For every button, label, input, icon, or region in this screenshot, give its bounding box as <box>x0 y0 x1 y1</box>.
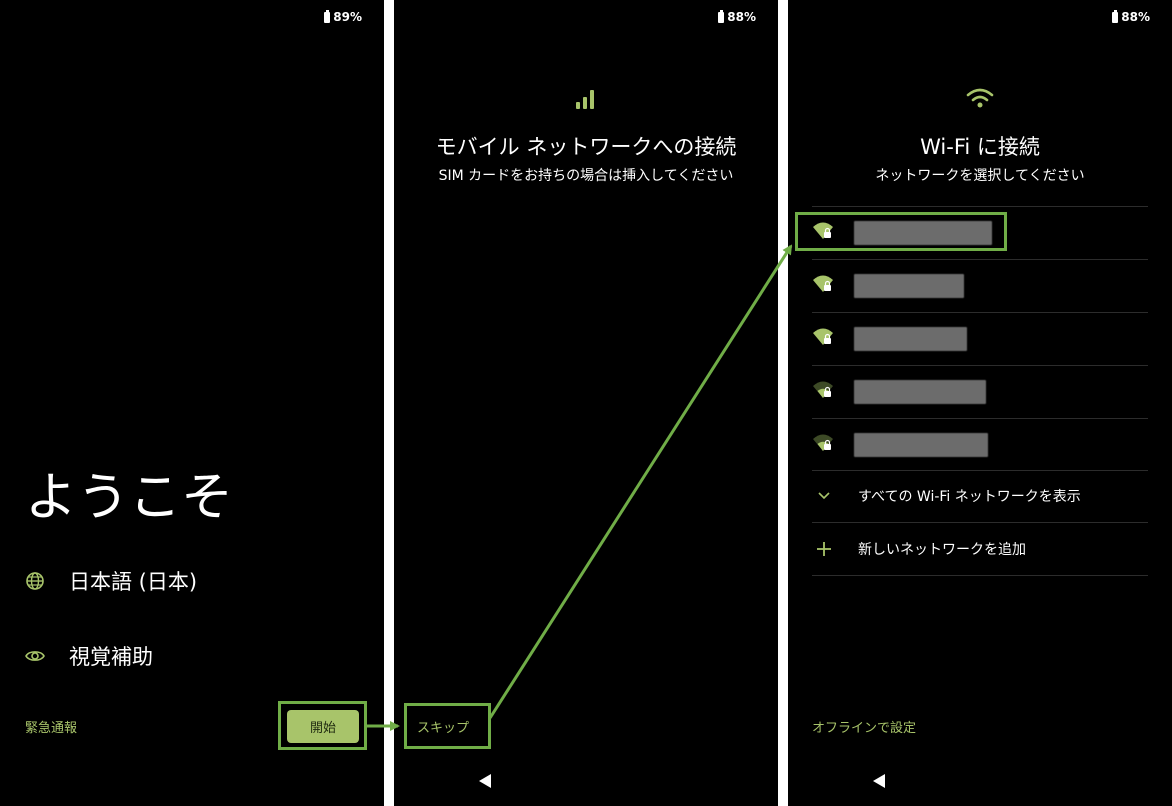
add-network-label: 新しいネットワークを追加 <box>858 542 1026 558</box>
page-subtitle: SIM カードをお持ちの場合は挿入してください <box>438 168 734 184</box>
globe-icon <box>26 572 44 590</box>
wifi-network-row[interactable] <box>812 260 1148 312</box>
wifi-icon <box>966 88 994 108</box>
accessibility-option[interactable]: 視覚補助 <box>25 641 153 671</box>
show-all-networks-label: すべての Wi-Fi ネットワークを表示 <box>858 489 1081 505</box>
wifi-network-row[interactable] <box>812 419 1148 471</box>
back-icon[interactable] <box>872 773 886 789</box>
welcome-title: ようこそ <box>25 468 234 528</box>
network-name <box>854 433 988 457</box>
wifi-network-row[interactable] <box>812 313 1148 365</box>
eye-icon <box>25 651 45 661</box>
battery-icon <box>324 9 331 23</box>
page-title: モバイル ネットワークへの接続 <box>435 135 737 159</box>
mobile-network-screen: 88% モバイル ネットワークへの接続 SIM カードをお持ちの場合は挿入してく… <box>394 0 778 806</box>
battery-icon <box>1112 9 1119 23</box>
emergency-call-link[interactable]: 緊急通報 <box>25 717 77 736</box>
wifi-weak-lock-icon <box>813 381 833 398</box>
battery-icon <box>718 9 725 23</box>
status-bar: 88% <box>1112 9 1150 24</box>
offline-setup-link[interactable]: オフラインで設定 <box>812 717 916 736</box>
wifi-network-row[interactable] <box>812 207 1148 259</box>
status-bar: 88% <box>718 9 756 24</box>
status-bar: 89% <box>324 9 362 24</box>
signal-icon <box>576 90 594 109</box>
divider <box>812 575 1148 576</box>
network-name <box>854 274 964 298</box>
add-network-button[interactable]: 新しいネットワークを追加 <box>812 523 1148 575</box>
page-subtitle: ネットワークを選択してください <box>875 168 1085 184</box>
network-name <box>854 327 967 351</box>
wifi-network-row[interactable] <box>812 366 1148 418</box>
wifi-lock-icon <box>813 328 833 345</box>
wifi-lock-icon <box>813 275 833 292</box>
welcome-screen: 89% ようこそ 日本語 (日本) 視覚補助 緊急通報 開始 <box>0 0 384 806</box>
language-label: 日本語 (日本) <box>69 570 198 594</box>
network-name <box>854 221 992 245</box>
skip-button[interactable]: スキップ <box>417 717 469 736</box>
battery-level: 88% <box>727 10 756 24</box>
network-name <box>854 380 986 404</box>
language-selector[interactable]: 日本語 (日本) <box>25 566 197 596</box>
show-all-networks-button[interactable]: すべての Wi-Fi ネットワークを表示 <box>812 470 1148 522</box>
wifi-screen: 88% Wi-Fi に接続 ネットワークを選択してください すべての Wi-Fi… <box>788 0 1172 806</box>
start-button[interactable]: 開始 <box>287 710 359 743</box>
wifi-weak-lock-icon <box>813 434 833 451</box>
chevron-down-icon <box>812 491 836 501</box>
wifi-lock-icon <box>813 222 833 239</box>
battery-level: 88% <box>1121 10 1150 24</box>
page-title: Wi-Fi に接続 <box>920 135 1040 159</box>
back-icon[interactable] <box>478 773 492 789</box>
plus-icon <box>812 541 836 557</box>
battery-level: 89% <box>333 10 362 24</box>
accessibility-label: 視覚補助 <box>69 645 153 669</box>
